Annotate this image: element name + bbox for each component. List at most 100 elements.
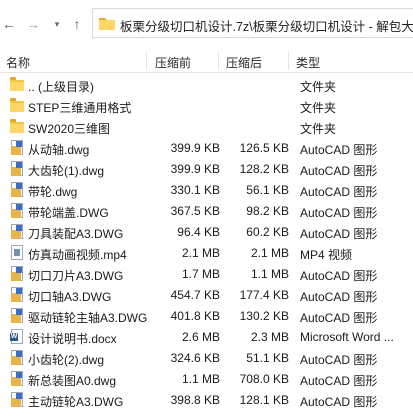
list-item[interactable]: SW2020三维图 文件夹: [0, 117, 413, 138]
file-type: 文件夹: [300, 122, 337, 136]
compressed-after: 2.1 MB: [250, 246, 289, 260]
compressed-before: 367.5 KB: [170, 204, 220, 218]
list-item[interactable]: 刀具装配A3.DWG 96.4 KB 60.2 KB AutoCAD 图形: [0, 222, 413, 243]
file-type: AutoCAD 图形: [300, 185, 378, 199]
compressed-after: 1.1 MB: [250, 267, 289, 281]
file-name: SW2020三维图: [28, 122, 111, 136]
folder-icon: [9, 98, 25, 114]
list-item[interactable]: W 设计说明书.docx 2.6 MB 2.3 MB Microsoft Wor…: [0, 327, 413, 348]
file-type: AutoCAD 图形: [300, 269, 378, 283]
list-item[interactable]: STEP三维通用格式 文件夹: [0, 96, 413, 117]
autocad-file-icon: [9, 140, 25, 156]
compressed-before: 1.7 MB: [181, 267, 220, 281]
file-name: 新总装图A0.dwg: [28, 374, 117, 388]
file-name: 从动轴.dwg: [28, 143, 90, 157]
file-name: 带轮端盖.DWG: [28, 206, 109, 220]
compressed-before: 401.8 KB: [170, 309, 220, 323]
up-folder-icon[interactable]: ↑: [70, 15, 84, 33]
file-name: 设计说明书.docx: [28, 332, 117, 346]
file-type: AutoCAD 图形: [300, 395, 378, 409]
folder-icon: [9, 77, 25, 93]
file-name: 小齿轮(2).dwg: [28, 353, 105, 367]
toolbar: ← → ▾ ↑ 板栗分级切口机设计.7z\板栗分级切口机设计 - 解包大小: [0, 0, 413, 48]
column-divider[interactable]: [218, 52, 219, 70]
compressed-before: 2.6 MB: [181, 330, 220, 344]
compressed-before: 1.1 MB: [181, 372, 220, 386]
compressed-after: 56.1 KB: [246, 183, 289, 197]
column-compressed-after[interactable]: 压缩后: [226, 54, 262, 71]
compressed-before: 454.7 KB: [170, 288, 220, 302]
autocad-file-icon: [9, 392, 25, 408]
autocad-file-icon: [9, 287, 25, 303]
file-name: 主动链轮A3.DWG: [28, 395, 124, 409]
list-item[interactable]: 切口刀片A3.DWG 1.7 MB 1.1 MB AutoCAD 图形: [0, 264, 413, 285]
list-item[interactable]: 切口轴A3.DWG 454.7 KB 177.4 KB AutoCAD 图形: [0, 285, 413, 306]
autocad-file-icon: [9, 182, 25, 198]
column-header: 名称 压缩前 压缩后 类型: [0, 50, 413, 73]
autocad-file-icon: [9, 203, 25, 219]
file-name: 刀具装配A3.DWG: [28, 227, 124, 241]
list-item[interactable]: 带轮.dwg 330.1 KB 56.1 KB AutoCAD 图形: [0, 180, 413, 201]
autocad-file-icon: [9, 224, 25, 240]
file-type: AutoCAD 图形: [300, 164, 378, 178]
autocad-file-icon: [9, 308, 25, 324]
compressed-before: 330.1 KB: [170, 183, 220, 197]
word-document-icon: W: [9, 329, 25, 345]
forward-arrow-icon[interactable]: →: [26, 15, 40, 33]
history-dropdown-icon[interactable]: ▾: [52, 15, 62, 33]
compressed-after: 98.2 KB: [246, 204, 289, 218]
autocad-file-icon: [9, 266, 25, 282]
compressed-after: 2.3 MB: [250, 330, 289, 344]
list-item[interactable]: 主动链轮A3.DWG 398.8 KB 128.1 KB AutoCAD 图形: [0, 390, 413, 411]
autocad-file-icon: [9, 161, 25, 177]
list-item[interactable]: 仿真动画视频.mp4 2.1 MB 2.1 MB MP4 视频: [0, 243, 413, 264]
compressed-after: 128.2 KB: [239, 162, 289, 176]
file-type: 文件夹: [300, 80, 337, 94]
file-type: AutoCAD 图形: [300, 311, 378, 325]
list-item[interactable]: .. (上级目录) 文件夹: [0, 75, 413, 96]
file-type: AutoCAD 图形: [300, 227, 378, 241]
compressed-before: 324.6 KB: [170, 351, 220, 365]
file-type: Microsoft Word ...: [300, 330, 394, 344]
address-path[interactable]: 板栗分级切口机设计.7z\板栗分级切口机设计 - 解包大小: [120, 16, 413, 35]
folder-icon: [99, 16, 115, 33]
compressed-before: 399.9 KB: [170, 162, 220, 176]
file-type: AutoCAD 图形: [300, 290, 378, 304]
compressed-after: 128.1 KB: [239, 393, 289, 407]
compressed-after: 126.5 KB: [239, 141, 289, 155]
column-compressed-before[interactable]: 压缩前: [155, 54, 191, 71]
compressed-after: 708.0 KB: [239, 372, 289, 386]
compressed-before: 399.9 KB: [170, 141, 220, 155]
column-name[interactable]: 名称: [6, 54, 30, 71]
file-name: 带轮.dwg: [28, 185, 78, 199]
address-bar[interactable]: 板栗分级切口机设计.7z\板栗分级切口机设计 - 解包大小: [92, 8, 413, 38]
list-item[interactable]: 从动轴.dwg 399.9 KB 126.5 KB AutoCAD 图形: [0, 138, 413, 159]
compressed-after: 51.1 KB: [246, 351, 289, 365]
list-item[interactable]: 小齿轮(2).dwg 324.6 KB 51.1 KB AutoCAD 图形: [0, 348, 413, 369]
list-item[interactable]: 驱动链轮主轴A3.DWG 401.8 KB 130.2 KB AutoCAD 图…: [0, 306, 413, 327]
autocad-file-icon: [9, 371, 25, 387]
compressed-after: 60.2 KB: [246, 225, 289, 239]
file-name: 切口刀片A3.DWG: [28, 269, 124, 283]
compressed-before: 2.1 MB: [181, 246, 220, 260]
autocad-file-icon: [9, 350, 25, 366]
back-arrow-icon[interactable]: ←: [2, 15, 16, 33]
list-item[interactable]: 带轮端盖.DWG 367.5 KB 98.2 KB AutoCAD 图形: [0, 201, 413, 222]
compressed-after: 130.2 KB: [239, 309, 289, 323]
compressed-before: 398.8 KB: [170, 393, 220, 407]
compressed-before: 96.4 KB: [177, 225, 220, 239]
file-type: AutoCAD 图形: [300, 206, 378, 220]
file-type: 文件夹: [300, 101, 337, 115]
list-item[interactable]: 大齿轮(1).dwg 399.9 KB 128.2 KB AutoCAD 图形: [0, 159, 413, 180]
column-type[interactable]: 类型: [296, 54, 320, 71]
list-item[interactable]: 新总装图A0.dwg 1.1 MB 708.0 KB AutoCAD 图形: [0, 369, 413, 390]
column-divider[interactable]: [288, 52, 289, 70]
column-divider[interactable]: [146, 52, 147, 70]
file-type: AutoCAD 图形: [300, 374, 378, 388]
file-type: AutoCAD 图形: [300, 353, 378, 367]
compressed-after: 177.4 KB: [239, 288, 289, 302]
file-type: AutoCAD 图形: [300, 143, 378, 157]
folder-icon: [9, 119, 25, 135]
file-name: STEP三维通用格式: [28, 101, 132, 115]
file-name: .. (上级目录): [28, 80, 94, 94]
